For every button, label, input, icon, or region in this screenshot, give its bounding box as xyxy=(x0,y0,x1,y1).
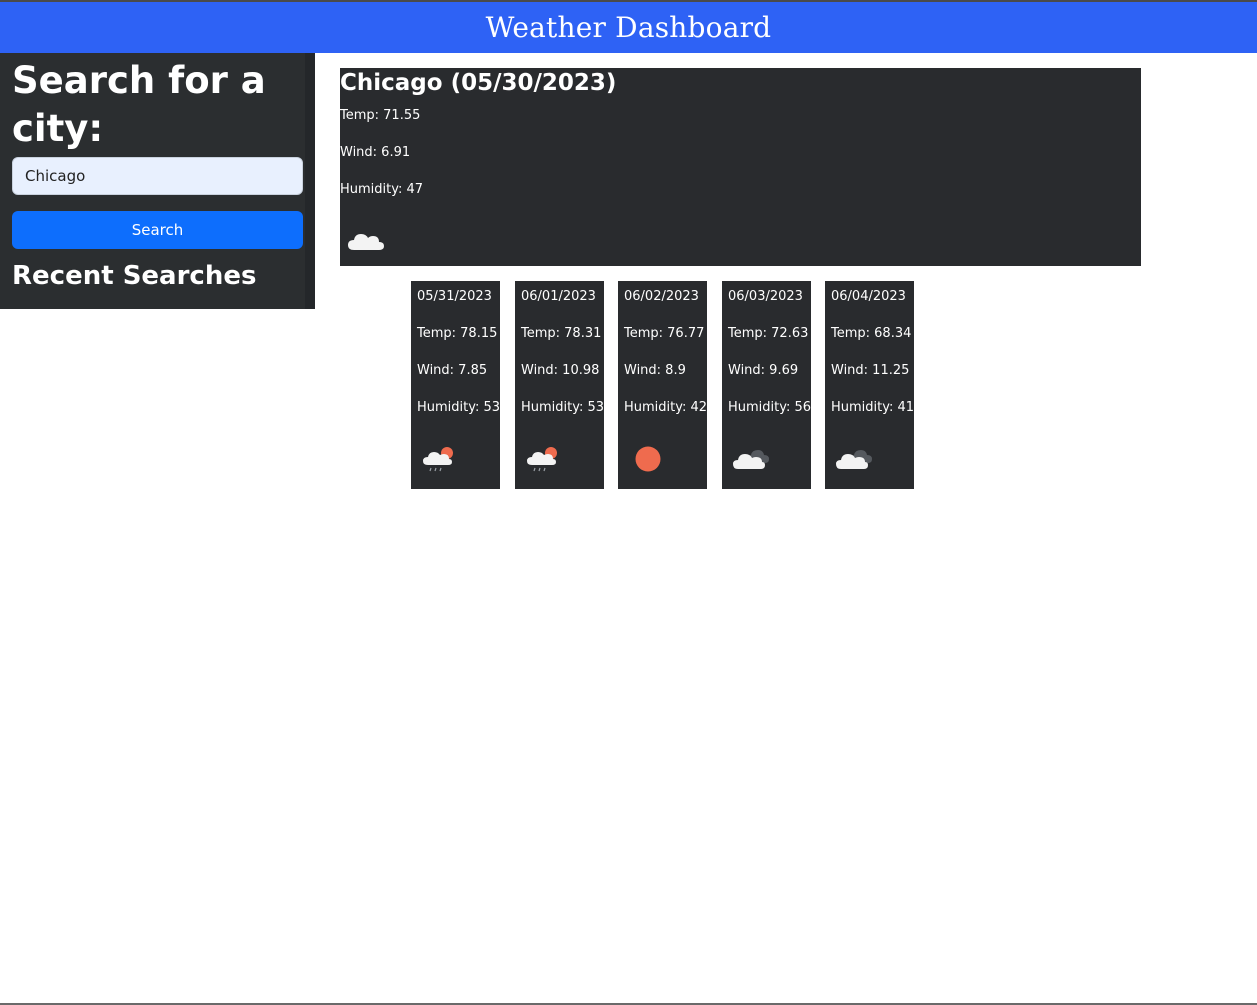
forecast-card-5: 06/04/2023 Temp: 68.34 Wind: 11.25 Humid… xyxy=(825,281,914,489)
app-header: Weather Dashboard xyxy=(0,2,1257,53)
broken-clouds-icon xyxy=(733,450,769,469)
forecast-date: 06/01/2023 xyxy=(521,289,596,304)
recent-searches-heading: Recent Searches xyxy=(12,261,257,291)
forecast-wind: Wind: 7.85 xyxy=(417,363,488,378)
forecast-wind: Wind: 11.25 xyxy=(831,363,910,378)
search-sidebar: Search for a city: Search Recent Searche… xyxy=(0,53,315,309)
forecast-date: 06/03/2023 xyxy=(728,289,803,304)
forecast-date: 06/02/2023 xyxy=(624,289,699,304)
forecast-humidity: Humidity: 41 xyxy=(831,400,915,415)
forecast-humidity: Humidity: 42 xyxy=(624,400,708,415)
forecast-date: 06/04/2023 xyxy=(831,289,906,304)
sun-rain-cloud-icon xyxy=(527,447,557,472)
current-wind: Wind: 6.91 xyxy=(340,145,411,160)
current-humidity: Humidity: 47 xyxy=(340,182,424,197)
forecast-wind: Wind: 8.9 xyxy=(624,363,686,378)
forecast-humidity: Humidity: 53 xyxy=(521,400,605,415)
current-temp: Temp: 71.55 xyxy=(340,108,421,123)
forecast-humidity: Humidity: 56 xyxy=(728,400,812,415)
cloud-icon xyxy=(348,234,384,250)
broken-clouds-icon xyxy=(836,450,872,469)
sun-icon xyxy=(635,446,661,472)
city-search-input[interactable] xyxy=(12,157,303,195)
forecast-temp: Temp: 68.34 xyxy=(831,326,912,341)
current-city-date: Chicago (05/30/2023) xyxy=(340,70,617,96)
forecast-wind: Wind: 9.69 xyxy=(728,363,799,378)
forecast-card-4: 06/03/2023 Temp: 72.63 Wind: 9.69 Humidi… xyxy=(722,281,811,489)
search-heading: Search for a city: xyxy=(12,59,266,150)
forecast-temp: Temp: 72.63 xyxy=(728,326,809,341)
forecast-wind: Wind: 10.98 xyxy=(521,363,600,378)
forecast-card-3: 06/02/2023 Temp: 76.77 Wind: 8.9 Humidit… xyxy=(618,281,707,489)
page-title: Weather Dashboard xyxy=(485,11,772,44)
forecast-card-2: 06/01/2023 Temp: 78.31 Wind: 10.98 Humid… xyxy=(515,281,604,489)
search-panel: Search for a city: Search Recent Searche… xyxy=(0,53,305,309)
forecast-temp: Temp: 76.77 xyxy=(624,326,705,341)
page: Weather Dashboard Search for a city: Sea… xyxy=(0,0,1257,1005)
forecast-card-1: 05/31/2023 Temp: 78.15 Wind: 7.85 Humidi… xyxy=(411,281,500,489)
forecast-temp: Temp: 78.15 xyxy=(417,326,498,341)
forecast-humidity: Humidity: 53 xyxy=(417,400,501,415)
forecast-date: 05/31/2023 xyxy=(417,289,492,304)
search-button[interactable]: Search xyxy=(12,211,303,249)
forecast-temp: Temp: 78.31 xyxy=(521,326,602,341)
sun-rain-cloud-icon xyxy=(423,447,453,472)
current-weather-card: Chicago (05/30/2023) Temp: 71.55 Wind: 6… xyxy=(340,68,1141,266)
